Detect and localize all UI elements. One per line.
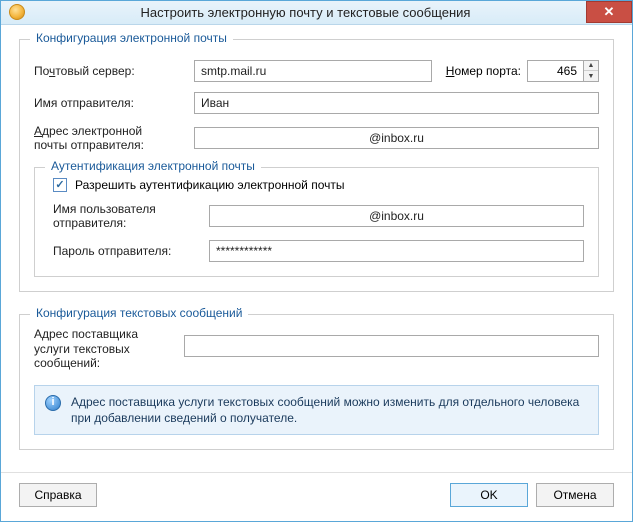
mail-server-row: Почтовый сервер: Номер порта: ▲ ▼ [34,60,599,82]
email-auth-legend: Аутентификация электронной почты [45,159,261,173]
sms-config-group: Конфигурация текстовых сообщений Адрес п… [19,314,614,450]
help-button[interactable]: Справка [19,483,97,507]
sms-provider-row: Адрес поставщика услуги текстовых сообще… [34,327,599,370]
email-config-group: Конфигурация электронной почты Почтовый … [19,39,614,293]
info-icon: i [45,395,61,411]
window-title: Настроить электронную почту и текстовые … [25,5,632,20]
port-spin-buttons: ▲ ▼ [583,60,599,82]
sender-address-row: Адрес электронной почты отправителя: [34,124,599,153]
close-button[interactable]: ✕ [586,1,632,23]
sms-provider-label: Адрес поставщика услуги текстовых сообще… [34,327,184,370]
port-spin-down[interactable]: ▼ [584,71,598,81]
enable-auth-row: ✓ Разрешить аутентификацию электронной п… [53,178,584,192]
auth-user-input[interactable] [209,205,584,227]
check-icon: ✓ [55,178,64,191]
sender-address-label: Адрес электронной почты отправителя: [34,124,194,153]
cancel-button[interactable]: Отмена [536,483,614,507]
sms-info-text: Адрес поставщика услуги текстовых сообще… [71,394,588,426]
auth-user-label: Имя пользователя отправителя: [49,202,209,231]
mail-server-label: Почтовый сервер: [34,64,194,78]
sender-name-input[interactable] [194,92,599,114]
content-area: Конфигурация электронной почты Почтовый … [1,25,632,472]
port-label: Номер порта: [446,64,521,78]
titlebar: Настроить электронную почту и текстовые … [1,1,632,25]
enable-auth-label: Разрешить аутентификацию электронной поч… [75,178,345,192]
sms-provider-input[interactable] [184,335,599,357]
mail-server-input[interactable] [194,60,432,82]
auth-pass-row: Пароль отправителя: [49,240,584,262]
enable-auth-checkbox[interactable]: ✓ [53,178,67,192]
port-spinner: ▲ ▼ [527,60,599,82]
auth-pass-label: Пароль отправителя: [49,244,209,258]
app-icon [9,4,25,20]
auth-pass-input[interactable] [209,240,584,262]
sender-name-label: Имя отправителя: [34,96,194,110]
port-wrap: Номер порта: ▲ ▼ [446,60,599,82]
email-config-legend: Конфигурация электронной почты [30,31,233,45]
sender-name-row: Имя отправителя: [34,92,599,114]
dialog-window: Настроить электронную почту и текстовые … [0,0,633,522]
port-input[interactable] [527,60,583,82]
close-icon: ✕ [604,4,615,20]
footer: Справка OK Отмена [1,472,632,521]
sender-address-input[interactable] [194,127,599,149]
auth-user-row: Имя пользователя отправителя: [49,202,584,231]
port-spin-up[interactable]: ▲ [584,61,598,72]
ok-button[interactable]: OK [450,483,528,507]
email-auth-group: Аутентификация электронной почты ✓ Разре… [34,167,599,278]
sms-info-box: i Адрес поставщика услуги текстовых сооб… [34,385,599,435]
sms-config-legend: Конфигурация текстовых сообщений [30,306,248,320]
